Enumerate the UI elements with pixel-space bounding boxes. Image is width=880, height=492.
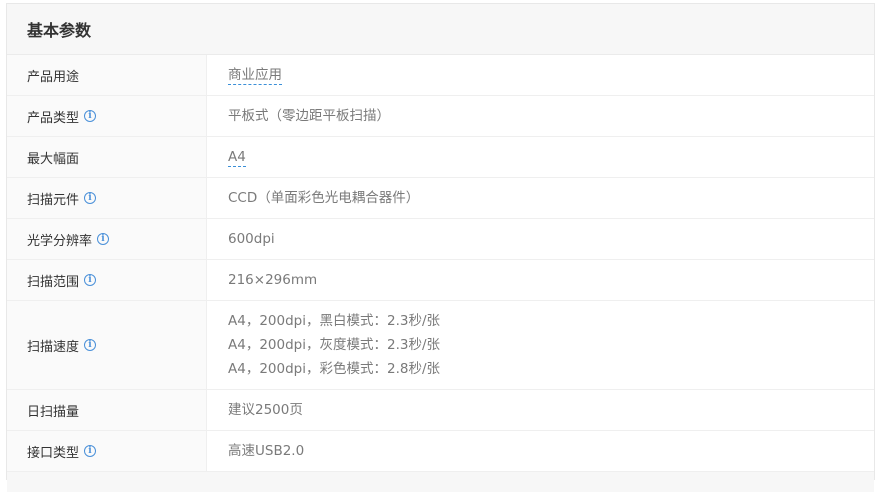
spec-row-resolution: 光学分辨率 i 600dpi [7,219,874,260]
spec-label: 产品类型 i [7,96,207,136]
spec-value: A4，200dpi，黑白模式：2.3秒/张 A4，200dpi，灰度模式：2.3… [228,313,440,377]
spec-value: 平板式（零边距平板扫描） [228,108,390,124]
spec-row-sensor: 扫描元件 i CCD（单面彩色光电耦合器件） [7,178,874,219]
spec-row-interface: 接口类型 i 高速USB2.0 [7,431,874,472]
spec-value: 建议2500页 [228,402,303,418]
info-circle-icon[interactable]: i [97,233,110,245]
spec-label: 最大幅面 [7,137,207,177]
spec-row-scan-area: 扫描范围 i 216×296mm [7,260,874,301]
spec-value: A4 [207,137,874,177]
spec-panel: 基本参数 产品用途 商业应用 产品类型 i 平板式（零边距平板扫描） 最大幅面 … [6,3,875,492]
spec-label: 接口类型 i [7,431,207,471]
usage-link[interactable]: 商业应用 [228,67,282,85]
spec-row-type: 产品类型 i 平板式（零边距平板扫描） [7,96,874,137]
spec-label: 扫描范围 i [7,260,207,300]
spec-row-max-size: 最大幅面 A4 [7,137,874,178]
next-section-strip [7,472,874,492]
info-circle-icon[interactable]: i [84,110,97,122]
spec-label: 光学分辨率 i [7,219,207,259]
spec-label: 日扫描量 [7,390,207,430]
section-header: 基本参数 [7,4,874,55]
max-size-link[interactable]: A4 [228,149,246,167]
spec-row-usage: 产品用途 商业应用 [7,55,874,96]
spec-row-speed: 扫描速度 i A4，200dpi，黑白模式：2.3秒/张 A4，200dpi，灰… [7,301,874,390]
spec-value: 商业应用 [207,55,874,95]
spec-value: CCD（单面彩色光电耦合器件） [228,190,420,206]
section-title: 基本参数 [27,21,92,40]
spec-label: 扫描元件 i [7,178,207,218]
spec-value: 600dpi [228,231,275,247]
info-circle-icon[interactable]: i [84,339,97,351]
info-circle-icon[interactable]: i [84,192,97,204]
spec-value: 高速USB2.0 [228,443,305,459]
spec-row-daily-volume: 日扫描量 建议2500页 [7,390,874,431]
spec-label: 扫描速度 i [7,301,207,389]
info-circle-icon[interactable]: i [84,445,97,457]
info-circle-icon[interactable]: i [84,274,97,286]
spec-label: 产品用途 [7,55,207,95]
spec-value: 216×296mm [228,272,318,288]
